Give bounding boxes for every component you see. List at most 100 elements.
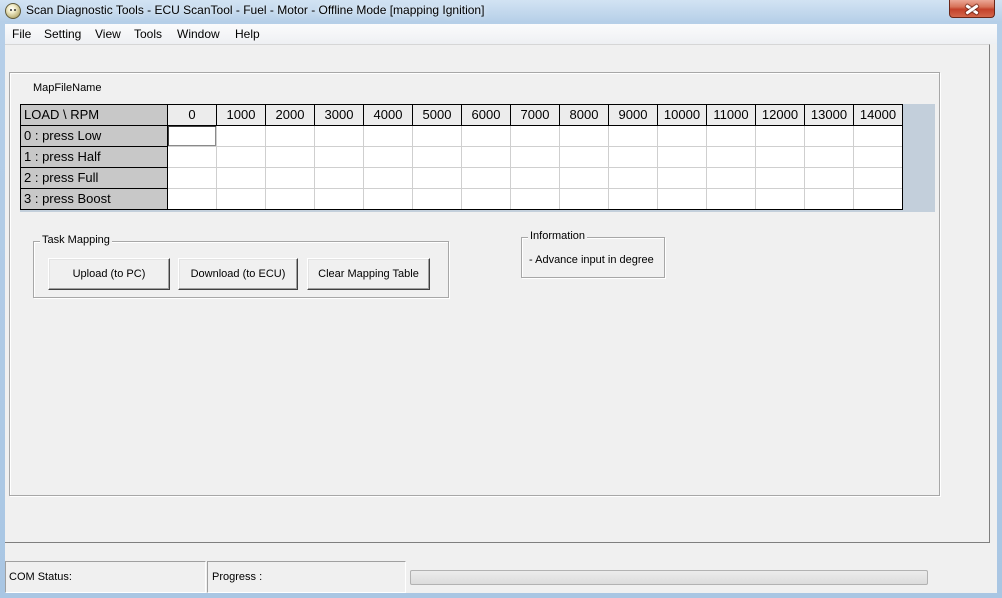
map-cell[interactable] <box>168 147 216 167</box>
map-cell[interactable] <box>560 168 608 188</box>
map-cell[interactable] <box>266 126 314 146</box>
map-cell[interactable] <box>462 147 510 167</box>
information-group: Information - Advance input in degree <box>521 230 665 278</box>
map-cell[interactable] <box>364 189 412 209</box>
task-mapping-group: Task Mapping Upload (to PC) Download (to… <box>33 234 449 298</box>
map-cell[interactable] <box>511 147 559 167</box>
map-cell[interactable] <box>658 168 706 188</box>
map-cell[interactable] <box>217 189 265 209</box>
map-cell[interactable] <box>854 168 902 188</box>
map-cell[interactable] <box>756 168 804 188</box>
rpm-column-header: 14000 <box>854 105 902 125</box>
rpm-column-header: 5000 <box>413 105 461 125</box>
ignition-map-grid: LOAD \ RPM 0 1000 2000 3000 4000 5000 6000 7000 8… <box>20 104 903 210</box>
rpm-column-header: 4000 <box>364 105 412 125</box>
map-cell[interactable] <box>315 189 363 209</box>
window-title: Scan Diagnostic Tools - ECU ScanTool - F… <box>26 3 485 17</box>
upload-button[interactable]: Upload (to PC) <box>48 258 170 290</box>
map-cell[interactable] <box>217 168 265 188</box>
map-cell[interactable] <box>805 126 853 146</box>
close-button[interactable] <box>949 0 995 18</box>
map-cell[interactable] <box>658 126 706 146</box>
map-cell[interactable] <box>756 126 804 146</box>
rpm-column-header: 0 <box>168 105 216 125</box>
rpm-column-header: 2000 <box>266 105 314 125</box>
map-cell[interactable] <box>805 147 853 167</box>
rpm-column-header: 11000 <box>707 105 755 125</box>
map-cell[interactable] <box>511 189 559 209</box>
menu-window[interactable]: Window <box>172 25 225 44</box>
download-button[interactable]: Download (to ECU) <box>178 258 298 290</box>
map-cell[interactable] <box>609 126 657 146</box>
map-cell[interactable] <box>756 147 804 167</box>
load-row-header: 3 : press Boost <box>21 189 167 209</box>
map-file-name-label: MapFileName <box>33 82 102 94</box>
rpm-column-header: 10000 <box>658 105 706 125</box>
map-cell[interactable] <box>609 189 657 209</box>
map-cell[interactable] <box>168 168 216 188</box>
map-cell[interactable] <box>462 126 510 146</box>
rpm-column-header: 3000 <box>315 105 363 125</box>
menu-file[interactable]: File <box>7 25 36 44</box>
menu-bar: File Setting View Tools Window Help <box>5 24 997 44</box>
map-cell[interactable] <box>413 168 461 188</box>
map-cell[interactable] <box>315 168 363 188</box>
map-cell[interactable] <box>805 168 853 188</box>
map-cell[interactable] <box>707 189 755 209</box>
load-row-header: 2 : press Full <box>21 168 167 188</box>
rpm-column-header: 7000 <box>511 105 559 125</box>
map-cell[interactable] <box>413 189 461 209</box>
app-icon[interactable] <box>5 3 21 19</box>
map-cell[interactable] <box>315 126 363 146</box>
map-cell[interactable] <box>609 168 657 188</box>
map-cell[interactable] <box>560 126 608 146</box>
map-cell[interactable] <box>462 189 510 209</box>
map-cell[interactable] <box>609 147 657 167</box>
rpm-column-header: 9000 <box>609 105 657 125</box>
map-cell[interactable] <box>168 189 216 209</box>
map-cell[interactable] <box>217 126 265 146</box>
map-cell[interactable] <box>364 126 412 146</box>
map-cell[interactable] <box>511 126 559 146</box>
map-cell[interactable] <box>658 189 706 209</box>
load-row-header: 0 : press Low <box>21 126 167 146</box>
close-icon <box>965 4 979 14</box>
progress-bar <box>410 570 928 585</box>
map-cell[interactable] <box>756 189 804 209</box>
menu-tools[interactable]: Tools <box>129 25 167 44</box>
map-cell[interactable] <box>658 147 706 167</box>
task-mapping-title: Task Mapping <box>40 234 112 247</box>
information-title: Information <box>528 230 588 243</box>
map-cell[interactable] <box>266 189 314 209</box>
map-cell[interactable] <box>707 147 755 167</box>
map-cell[interactable] <box>266 168 314 188</box>
rpm-column-header: 6000 <box>462 105 510 125</box>
map-cell[interactable] <box>413 147 461 167</box>
menu-setting[interactable]: Setting <box>39 25 86 44</box>
com-status-panel: COM Status: <box>5 561 206 593</box>
map-cell[interactable] <box>364 168 412 188</box>
rpm-column-header: 13000 <box>805 105 853 125</box>
map-cell[interactable] <box>707 168 755 188</box>
map-cell[interactable] <box>462 168 510 188</box>
map-cell[interactable] <box>805 189 853 209</box>
map-cell[interactable] <box>315 147 363 167</box>
map-cell[interactable] <box>217 147 265 167</box>
map-cell[interactable] <box>854 147 902 167</box>
map-cell[interactable] <box>854 189 902 209</box>
map-cell[interactable] <box>364 147 412 167</box>
status-bar: COM Status: Progress : <box>5 561 997 593</box>
map-cell[interactable] <box>560 147 608 167</box>
map-cell[interactable] <box>854 126 902 146</box>
map-cell[interactable] <box>413 126 461 146</box>
map-cell[interactable] <box>707 126 755 146</box>
title-bar[interactable]: Scan Diagnostic Tools - ECU ScanTool - F… <box>0 0 1002 24</box>
clear-mapping-table-button[interactable]: Clear Mapping Table <box>307 258 430 290</box>
map-cell[interactable] <box>266 147 314 167</box>
map-cell[interactable] <box>560 189 608 209</box>
map-cell[interactable] <box>168 126 216 146</box>
map-cell[interactable] <box>511 168 559 188</box>
menu-help[interactable]: Help <box>230 25 265 44</box>
menu-view[interactable]: View <box>90 25 126 44</box>
rpm-column-header: 1000 <box>217 105 265 125</box>
